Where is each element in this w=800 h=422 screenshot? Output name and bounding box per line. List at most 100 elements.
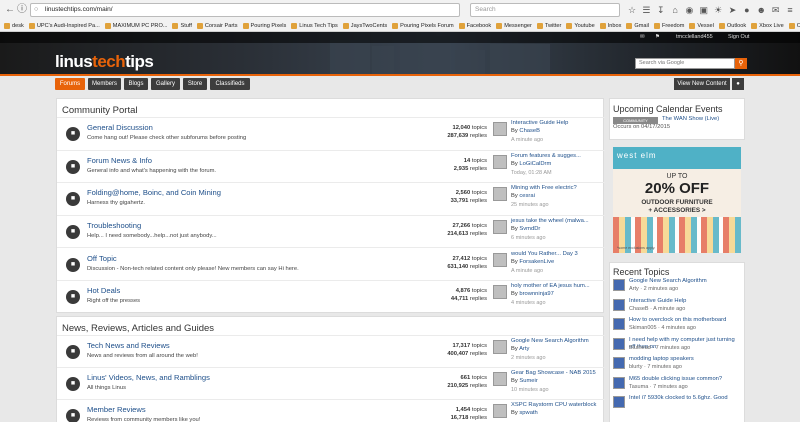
bookmark-item[interactable]: Linus Tech Tips xyxy=(291,20,338,32)
username-link[interactable]: tmcclelland455 xyxy=(676,32,713,43)
bookmark-item[interactable]: Stuff xyxy=(172,20,192,32)
chat-icon[interactable]: ✉ xyxy=(770,4,782,16)
last-post-link[interactable]: Google New Search Algorithm xyxy=(511,338,589,344)
bookmark-item[interactable]: Inbox xyxy=(599,20,621,32)
recent-topic-avatar[interactable] xyxy=(613,337,625,350)
forum-title-link[interactable]: General Discussion xyxy=(87,123,153,132)
menu-icon[interactable]: ≡ xyxy=(784,4,796,16)
tab-gallery[interactable]: Gallery xyxy=(151,78,180,90)
calendar-event-link[interactable]: The WAN Show (Live) xyxy=(662,116,719,122)
tab-store[interactable]: Store xyxy=(183,78,207,90)
last-post-link[interactable]: jesus take the wheel (malwa... xyxy=(511,218,589,224)
recent-topic-avatar[interactable] xyxy=(613,298,625,311)
author-link[interactable]: spwath xyxy=(519,410,537,416)
addon-icon[interactable]: ☀ xyxy=(712,4,724,16)
author-link[interactable]: ForsakenLive xyxy=(519,259,554,265)
forum-title-link[interactable]: Member Reviews xyxy=(87,405,146,414)
recent-topic-link[interactable]: M65 double clicking issue common? xyxy=(629,376,741,383)
author-link[interactable]: ChaseB xyxy=(519,128,540,134)
last-poster-avatar[interactable] xyxy=(493,372,507,386)
advertisement[interactable]: west elm UP TO 20% OFF OUTDOOR FURNITURE… xyxy=(613,147,741,253)
bookmark-item[interactable]: Pouring Pixels xyxy=(242,20,286,32)
info-icon[interactable]: ⓘ xyxy=(16,4,28,16)
envelope-icon[interactable]: ✉ xyxy=(640,32,645,43)
bookmark-item[interactable]: OneDrive xyxy=(788,20,800,32)
sign-out-link[interactable]: Sign Out xyxy=(728,32,749,43)
bookmark-item[interactable]: UPC's Audi-Inspired Pa... xyxy=(28,20,100,32)
last-poster-avatar[interactable] xyxy=(493,154,507,169)
recent-topic-link[interactable]: Google New Search Algorithm xyxy=(629,278,741,285)
forum-title-link[interactable]: Folding@home, Boinc, and Coin Mining xyxy=(87,188,221,197)
last-poster-avatar[interactable] xyxy=(493,122,507,137)
bookmark-item[interactable]: Twitter xyxy=(536,20,561,32)
star-icon[interactable]: ☆ xyxy=(626,4,638,16)
address-bar[interactable]: ○ linustechtips.com/main/ ↻ xyxy=(30,3,486,17)
last-post-link[interactable]: XSPC Raystorm CPU waterblock xyxy=(511,402,596,408)
ghost-icon[interactable]: ☻ xyxy=(755,4,767,16)
lastpass-icon[interactable]: ● xyxy=(741,4,753,16)
recent-topic-avatar[interactable] xyxy=(613,376,625,389)
recent-topic-link[interactable]: modding laptop speakers xyxy=(629,356,741,363)
home-icon[interactable]: ⌂ xyxy=(669,4,681,16)
forum-title-link[interactable]: Hot Deals xyxy=(87,286,120,295)
bookmark-item[interactable]: Xbox Live xyxy=(751,20,784,32)
bookmark-item[interactable]: Vessel xyxy=(689,20,714,32)
bookmark-item[interactable]: Facebook xyxy=(458,20,491,32)
recent-topic-avatar[interactable] xyxy=(613,318,625,330)
last-post-link[interactable]: Mining with Free electric? xyxy=(511,185,577,191)
author-link[interactable]: Sumeir xyxy=(519,378,537,384)
share-icon[interactable]: ➤ xyxy=(727,4,739,16)
forum-title-link[interactable]: Off Topic xyxy=(87,254,117,263)
bookmark-item[interactable]: Youtube xyxy=(566,20,595,32)
recent-topic-link[interactable]: Interactive Guide Help xyxy=(629,298,741,305)
tab-blogs[interactable]: Blogs xyxy=(124,78,148,90)
author-link[interactable]: SvmdDr xyxy=(519,226,540,232)
last-poster-avatar[interactable] xyxy=(493,187,507,202)
author-link[interactable]: LoGiCalDrm xyxy=(519,161,551,167)
download-icon[interactable]: ↧ xyxy=(655,4,667,16)
view-new-content-button[interactable]: View New Content xyxy=(674,78,730,90)
site-search-input[interactable]: Search via Google xyxy=(635,58,735,69)
tab-forums[interactable]: Forums xyxy=(55,78,85,90)
bookmark-item[interactable]: MAXIMUM PC PRO... xyxy=(104,20,167,32)
recent-topic-link[interactable]: Intel i7 5930k clocked to 5.6ghz. Good xyxy=(629,395,741,402)
last-post-link[interactable]: holy mother of EA jesus hum... xyxy=(511,283,590,289)
browser-search-input[interactable]: Search xyxy=(470,3,620,17)
last-poster-avatar[interactable] xyxy=(493,404,507,418)
back-icon[interactable]: ← xyxy=(4,4,16,16)
last-poster-avatar[interactable] xyxy=(493,285,507,300)
bookmark-item[interactable]: JaysTwoCents xyxy=(342,20,387,32)
location-pin-icon[interactable]: ● xyxy=(732,78,744,90)
pocket-icon[interactable]: ◉ xyxy=(683,4,695,16)
last-poster-avatar[interactable] xyxy=(493,340,507,354)
last-poster-avatar[interactable] xyxy=(493,252,507,267)
author-link[interactable]: Arty xyxy=(519,346,529,352)
author-link[interactable]: brownninja97 xyxy=(519,291,553,297)
forum-title-link[interactable]: Tech News and Reviews xyxy=(87,341,170,350)
last-post-link[interactable]: Interactive Guide Help xyxy=(511,120,568,126)
bookmark-item[interactable]: Corsair Parts xyxy=(196,20,238,32)
reading-list-icon[interactable]: ☰ xyxy=(640,4,652,16)
site-search-button[interactable]: ⚲ xyxy=(735,58,747,69)
recent-topic-avatar[interactable] xyxy=(613,279,625,291)
forum-title-link[interactable]: Forum News & Info xyxy=(87,156,152,165)
author-link[interactable]: cesrai xyxy=(519,193,534,199)
site-logo[interactable]: linustechtips xyxy=(55,52,154,72)
bookmark-item[interactable]: Outlook xyxy=(718,20,746,32)
last-post-link[interactable]: Gear Bag Showcase - NAB 2015 xyxy=(511,370,596,376)
bookmark-item[interactable]: Freedom xyxy=(653,20,684,32)
bookmark-item[interactable]: Gmail xyxy=(626,20,649,32)
last-post-link[interactable]: Forum features & sugges... xyxy=(511,153,581,159)
forum-title-link[interactable]: Troubleshooting xyxy=(87,221,141,230)
extension-icon[interactable]: ▣ xyxy=(698,4,710,16)
recent-topic-avatar[interactable] xyxy=(613,396,625,408)
recent-topic-avatar[interactable] xyxy=(613,357,625,369)
notification-icon[interactable]: ⚑ xyxy=(655,32,660,43)
forum-title-link[interactable]: Linus' Videos, News, and Ramblings xyxy=(87,373,210,382)
bookmark-item[interactable]: Messenger xyxy=(496,20,532,32)
last-post-link[interactable]: would You Rather... Day 3 xyxy=(511,251,578,257)
recent-topic-link[interactable]: How to overclock on this motherboard xyxy=(629,317,741,324)
tab-classifieds[interactable]: Classifieds xyxy=(210,78,250,90)
bookmark-item[interactable]: desk xyxy=(4,20,24,32)
tab-members[interactable]: Members xyxy=(88,78,121,90)
